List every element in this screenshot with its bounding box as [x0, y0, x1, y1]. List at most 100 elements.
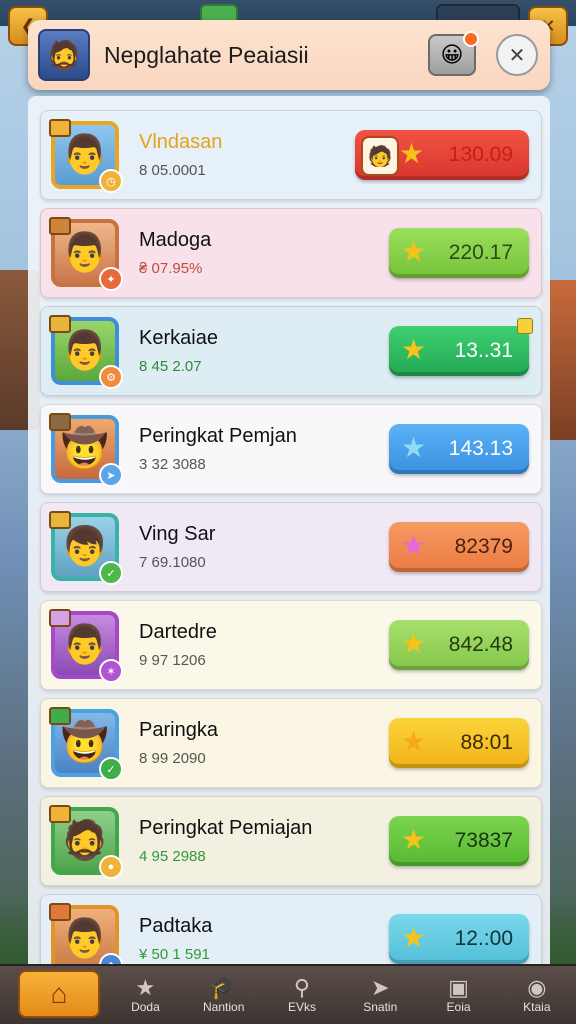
player-avatar: 👨 ⚙: [49, 315, 123, 389]
score-button[interactable]: ★ 12.:00: [389, 914, 529, 964]
player-name: Peringkat Pemjan: [139, 425, 297, 447]
player-portrait-icon: 👦: [61, 526, 109, 568]
score-value: 130.09: [448, 143, 513, 166]
player-stat: 7 69.1080: [139, 554, 206, 571]
leaderboard-row[interactable]: 👨 ⚙ Kerkaiae 8 45 2.07 ★ 13..31: [40, 306, 542, 396]
leaderboard-row[interactable]: 🧔 ● Peringkat Pemiajan 4 95 2988 ★ 73837: [40, 796, 542, 886]
player-stat: ¥ 50 1 591: [139, 946, 210, 963]
player-stat: 4 95 2988: [139, 848, 206, 865]
player-name: Peringkat Pemiajan: [139, 817, 313, 839]
pink-star-icon: ★: [401, 530, 427, 561]
globe-icon: ◉: [527, 975, 547, 1000]
leaderboard-row[interactable]: 👨 ✶ Dartedre 9 97 1206 ★ 842.48: [40, 600, 542, 690]
check-badge-icon: ✓: [99, 561, 123, 585]
rank-flag-icon: [49, 707, 71, 725]
leaderboard-row[interactable]: 🤠 ✓ Paringka 8 99 2090 ★ 88:01: [40, 698, 542, 788]
score-value: 82379: [454, 535, 513, 558]
shield-badge-icon: ✓: [99, 757, 123, 781]
fish-icon: ➤: [371, 975, 390, 1000]
leaderboard-row[interactable]: 👨 ✦ Madoga ₴ 07.95% ★ 220.17: [40, 208, 542, 298]
player-name: Paringka: [139, 719, 218, 741]
player-stat: ₴ 07.95%: [139, 260, 203, 277]
player-name: Vlndasan: [139, 131, 223, 153]
player-avatar: 👨 ◆: [49, 903, 123, 976]
player-portrait-icon: 🤠: [61, 428, 109, 470]
player-face-icon: 🧔: [46, 39, 82, 71]
rank-flag-icon: [49, 511, 71, 529]
gold-star-icon: ★: [401, 334, 427, 365]
nav-doda[interactable]: ★ Doda: [106, 966, 184, 1024]
gold-star-icon: ★: [399, 138, 425, 169]
gear-badge-icon: ⚙: [99, 365, 123, 389]
score-button[interactable]: ★ 73837: [389, 816, 529, 866]
score-value: 73837: [454, 829, 513, 852]
nav-home[interactable]: ⌂: [18, 970, 101, 1018]
score-button[interactable]: ★ 13..31: [389, 318, 533, 376]
search-icon: ⚲: [293, 975, 311, 1000]
player-stat: 8 05.0001: [139, 162, 206, 179]
rank-flag-icon: [49, 413, 71, 431]
score-button[interactable]: ★ 220.17: [389, 228, 529, 278]
player-name: Padtaka: [139, 915, 213, 937]
player-portrait-icon: 👨: [61, 624, 109, 666]
player-stat: 8 45 2.07: [139, 358, 202, 375]
notification-dot: [463, 31, 479, 47]
rank-flag-icon: [49, 315, 71, 333]
nav-evks[interactable]: ⚲ EVks: [263, 966, 341, 1024]
score-button[interactable]: ★ 143.13: [389, 424, 529, 474]
nav-nantion[interactable]: 🎓 Nantion: [185, 966, 263, 1024]
rank-flag-icon: [49, 609, 71, 627]
leaderboard-row[interactable]: 🤠 ➤ Peringkat Pemjan 3 32 3088 ★ 143.13: [40, 404, 542, 494]
player-avatar: 🧔 ●: [49, 805, 123, 879]
nav-ktaia[interactable]: ◉ Ktaia: [498, 966, 576, 1024]
score-button[interactable]: ★ 88:01: [389, 718, 529, 768]
player-avatar: 👨 ✶: [49, 609, 123, 683]
score-button[interactable]: 🧑 ★ 130.09: [355, 130, 529, 180]
player-avatar: 👨 ✦: [49, 217, 123, 291]
player-avatar: 🤠 ✓: [49, 707, 123, 781]
nav-label: Eoia: [446, 1000, 471, 1014]
gold-star-icon: ★: [401, 726, 427, 757]
player-name: Dartedre: [139, 621, 217, 643]
blue-star-icon: ★: [401, 432, 427, 463]
bottom-navigation: ⌂ ★ Doda 🎓 Nantion ⚲ EVks ➤ Snatin ▣ Eoi…: [0, 964, 576, 1024]
close-button[interactable]: ✕: [496, 34, 538, 76]
rank-flag-icon: [49, 217, 71, 235]
player-portrait-icon: 👨: [61, 918, 109, 960]
bonus-tag-icon: [517, 318, 533, 334]
player-stat: 8 99 2090: [139, 750, 206, 767]
leaderboard-header: 🧔 Nepglahate Peaiasii 😀 ✕: [28, 20, 550, 90]
score-value: 143.13: [448, 437, 513, 460]
nav-label: Nantion: [203, 1000, 245, 1014]
rank-flag-icon: [49, 119, 71, 137]
nav-eoia[interactable]: ▣ Eoia: [419, 966, 497, 1024]
close-x-icon: ✕: [508, 44, 526, 67]
player-name: Ving Sar: [139, 523, 216, 545]
arrow-badge-icon: ➤: [99, 463, 123, 487]
leaderboard-row[interactable]: 👦 ✓ Ving Sar 7 69.1080 ★ 82379: [40, 502, 542, 592]
player-portrait-icon: 👨: [61, 232, 109, 274]
player-stat: 9 97 1206: [139, 652, 206, 669]
nav-snatin[interactable]: ➤ Snatin: [341, 966, 419, 1024]
score-value: 220.17: [448, 241, 513, 264]
star-icon: ★: [135, 975, 156, 1000]
smiley-icon: 😀: [440, 42, 464, 67]
player-avatar: 🤠 ➤: [49, 413, 123, 487]
chef-character-icon: 🧑: [361, 136, 399, 176]
score-button[interactable]: ★ 842.48: [389, 620, 529, 670]
emoji-button[interactable]: 😀: [428, 31, 479, 76]
score-button[interactable]: ★ 82379: [389, 522, 529, 572]
player-avatar[interactable]: 🧔: [38, 29, 90, 81]
leaderboard-row[interactable]: 👨 ◷ Vlndasan 8 05.0001 🧑 ★ 130.09: [40, 110, 542, 200]
player-name: Madoga: [139, 229, 212, 251]
coin-badge-icon: ●: [99, 855, 123, 879]
box-icon: ▣: [448, 975, 469, 1000]
player-portrait-icon: 👨: [61, 330, 109, 372]
home-icon: ⌂: [50, 978, 68, 1009]
rank-flag-icon: [49, 805, 71, 823]
hat-icon: 🎓: [210, 975, 238, 1000]
rank-flag-icon: [49, 903, 71, 921]
gold-star-icon: ★: [401, 824, 427, 855]
score-value: 13..31: [454, 339, 513, 362]
player-portrait-icon: 🤠: [61, 722, 109, 764]
